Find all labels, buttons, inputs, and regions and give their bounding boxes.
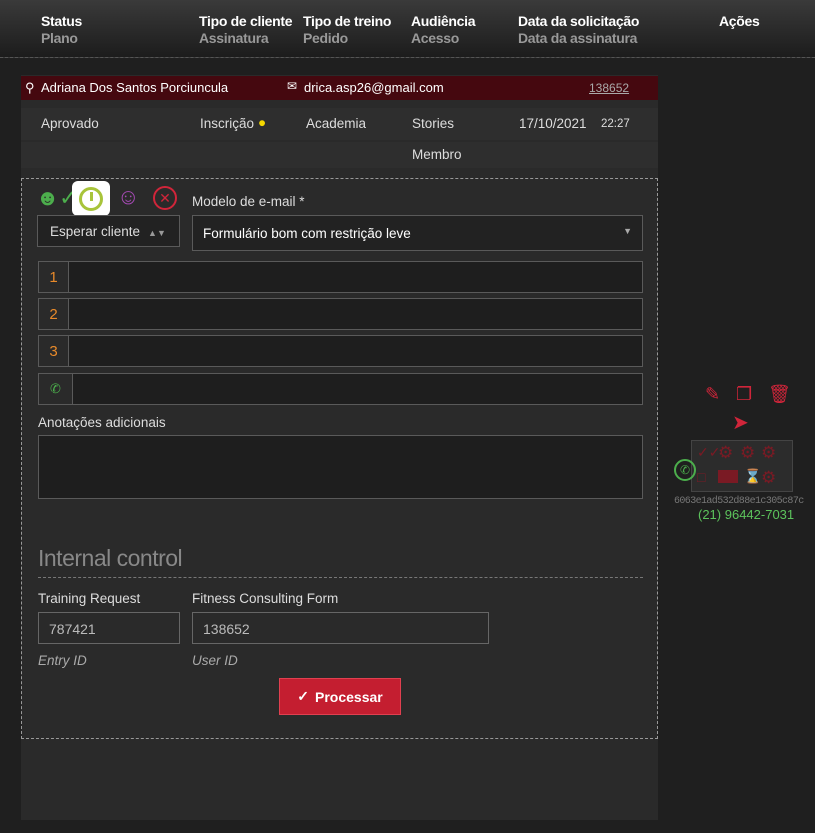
rocket-icon[interactable]: ➤ [732, 410, 749, 435]
gear-icon[interactable]: ⚙ [761, 443, 776, 463]
notes-label: Anotações adicionais [38, 415, 166, 430]
record-hash: 6063e1ad532d88e1c305c87c [674, 496, 804, 507]
table-header: Status Plano Tipo de cliente Assinatura Ti… [0, 0, 815, 58]
record-status: Aprovado [41, 116, 99, 131]
cancel-icon[interactable]: ✕ [153, 186, 177, 210]
field-number: 2 [39, 299, 69, 329]
header-title: Audiência [411, 13, 476, 29]
gear-icon[interactable]: ⚙ [718, 443, 733, 463]
clock-icon[interactable] [72, 181, 110, 216]
header-title: Tipo de treino [303, 13, 392, 29]
header-training-type: Tipo de treino Pedido [303, 13, 391, 47]
status-select-value: Esperar cliente [50, 224, 141, 239]
header-title: Tipo de cliente [199, 13, 293, 29]
double-check-icon[interactable]: ✓✓ [697, 444, 720, 461]
email-model-label: Modelo de e-mail * [192, 194, 305, 209]
email-model-select[interactable]: Formulário bom com restrição leve ▼ [192, 215, 643, 251]
hourglass-icon[interactable]: ⌛ [744, 468, 761, 485]
header-title: Ações [719, 13, 760, 29]
user-id-hint: User ID [192, 653, 238, 668]
envelope-icon: ✉ [287, 79, 298, 93]
gear-icon[interactable]: ⚙ [740, 443, 755, 463]
record-contact-row: ⚲ Adriana Dos Santos Porciuncula ✉ drica… [21, 76, 658, 100]
fitness-form-input[interactable]: 138652 [192, 612, 489, 644]
record-id-link[interactable]: 138652 [589, 81, 629, 95]
chevron-down-icon: ▼ [623, 226, 632, 236]
edit-icon[interactable]: ✎ [705, 384, 720, 405]
record-name: Adriana Dos Santos Porciuncula [41, 80, 229, 95]
record-training-type: Academia [306, 116, 367, 131]
record-access-row: Membro [21, 142, 658, 168]
gear-icon[interactable]: ⚙ [761, 468, 776, 488]
notes-textarea[interactable] [38, 435, 643, 499]
status-icons-box: ✓✓ ⚙ ⚙ ⚙ □ ⌛ ⚙ [691, 440, 793, 492]
training-request-label: Training Request [38, 591, 141, 606]
header-title: Data da solicitação [518, 13, 640, 29]
header-sub: Acesso [411, 30, 460, 46]
status-select[interactable]: Esperar cliente ▲▼ [37, 215, 180, 247]
process-form: ☻✓ ☺ ✕ Modelo de e-mail * Esperar client… [21, 178, 658, 739]
field-3-input[interactable]: 3 [38, 335, 643, 367]
header-sub: Pedido [303, 30, 348, 46]
header-title: Status [41, 13, 82, 29]
fitness-form-label: Fitness Consulting Form [192, 591, 339, 606]
header-sub: Assinatura [199, 30, 269, 46]
field-1-input[interactable]: 1 [38, 261, 643, 293]
header-sub: Plano [41, 30, 78, 46]
field-2-input[interactable]: 2 [38, 298, 643, 330]
whatsapp-icon[interactable]: ✆ [674, 459, 696, 481]
internal-control-title: Internal control [38, 545, 183, 571]
trash-icon[interactable]: 🗑 [768, 384, 791, 405]
record-client-type: Inscrição [200, 116, 255, 131]
user-icon: ⚲ [25, 80, 35, 95]
record-audience: Stories [412, 116, 455, 131]
record-time: 22:27 [601, 118, 630, 130]
record-access: Membro [412, 147, 462, 162]
whatsapp-input[interactable]: ✆ [38, 373, 643, 405]
header-date: Data da solicitação Data da assinatura [518, 13, 639, 47]
copy-icon[interactable]: ❐ [736, 384, 752, 405]
paw-icon: ● [258, 115, 267, 130]
field-number: 1 [39, 262, 69, 292]
actions-panel: ✎ ❐ 🗑 ➤ ✓✓ ⚙ ⚙ ⚙ □ ⌛ ⚙ ✆ 6063e1ad532d88e… [660, 382, 815, 527]
header-audience: Audiência Acesso [411, 13, 476, 47]
header-sub: Data da assinatura [518, 30, 638, 46]
whatsapp-icon: ✆ [39, 374, 73, 404]
record-email[interactable]: drica.asp26@gmail.com [304, 80, 444, 95]
header-status: Status Plano [41, 13, 82, 47]
field-number: 3 [39, 336, 69, 366]
process-button[interactable]: ✓ Processar [279, 678, 401, 715]
check-circle-icon: ✓ [297, 688, 309, 704]
divider [38, 577, 643, 578]
record-date: 17/10/2021 [519, 116, 587, 131]
header-actions: Ações [719, 13, 760, 30]
phone-number[interactable]: (21) 96442-7031 [698, 507, 794, 522]
cart-icon[interactable]: □ [697, 469, 705, 485]
training-request-input[interactable]: 787421 [38, 612, 180, 644]
entry-id-hint: Entry ID [38, 653, 87, 668]
video-icon[interactable] [718, 470, 738, 483]
process-button-label: Processar [315, 688, 383, 705]
sort-icon: ▲▼ [148, 228, 166, 238]
record-info-row: Aprovado Inscrição ● Academia Stories 17… [21, 108, 658, 140]
email-model-value: Formulário bom com restrição leve [203, 226, 411, 241]
header-client-type: Tipo de cliente Assinatura [199, 13, 293, 47]
baby-icon[interactable]: ☺ [117, 184, 139, 210]
